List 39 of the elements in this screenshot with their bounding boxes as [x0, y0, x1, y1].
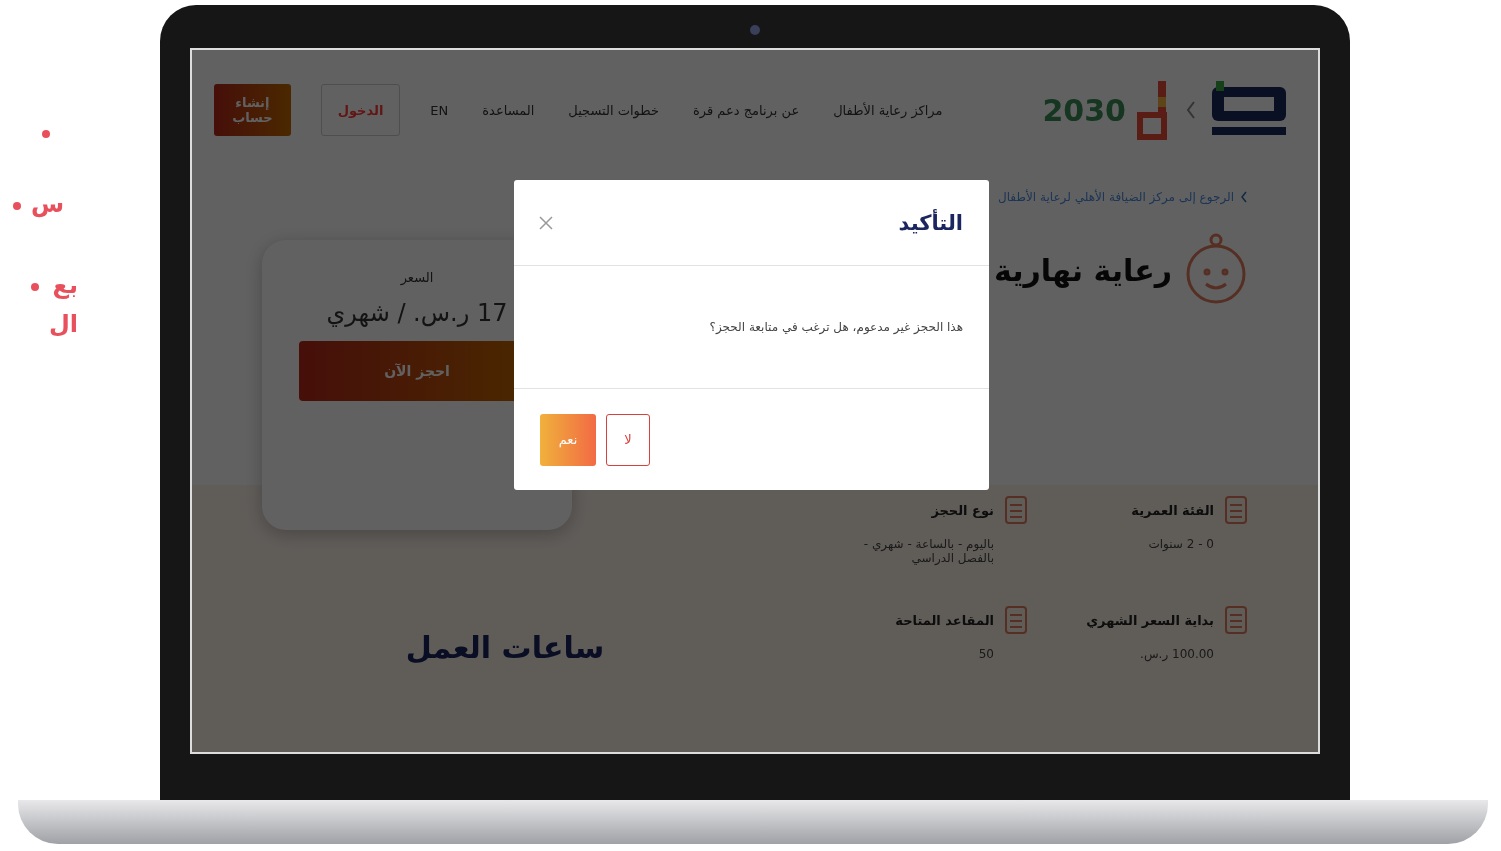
info-icon — [1224, 605, 1248, 635]
confirm-button[interactable]: نعم — [540, 413, 596, 466]
bullet-dot — [42, 130, 50, 138]
signup-button[interactable]: إنشاء حساب — [214, 84, 291, 136]
page-title: رعاية نهارية — [994, 252, 1172, 288]
login-button[interactable]: الدخول — [320, 84, 401, 136]
back-link[interactable]: الرجوع إلى مركز الضيافة الأهلي لرعاية الأطفال — [998, 190, 1234, 204]
nav-link[interactable]: المساعدة — [482, 102, 535, 118]
section-title: ساعات العمل — [405, 630, 605, 665]
dialog-title: التأكيد — [898, 210, 963, 235]
info-label: المقاعد المتاحة — [895, 612, 994, 628]
bullet-text: ال — [48, 309, 78, 339]
info-label: نوع الحجز — [931, 502, 994, 518]
info-label: الفئة العمرية — [1131, 502, 1214, 518]
price-text: 17 ر.س. / شهري — [326, 299, 508, 327]
bullet-dot — [30, 282, 39, 291]
info-value: باليوم - بالساعة - شهري - بالفصل الدراسي — [862, 537, 995, 565]
chevron-icon — [1240, 191, 1248, 203]
bullet-text: بع — [51, 270, 78, 300]
bullet-text: س — [30, 190, 64, 219]
info-label: بداية السعر الشهري — [1086, 612, 1214, 628]
info-icon — [1004, 605, 1028, 635]
camera-icon — [750, 25, 760, 35]
cancel-button[interactable]: لا — [606, 413, 650, 466]
info-value: 0 - 2 سنوات — [1147, 537, 1215, 551]
dialog-message: هذا الحجز غير مدعوم، هل ترغب في متابعة الحجز؟ — [709, 320, 963, 334]
close-icon[interactable] — [538, 214, 554, 231]
price-label: السعر — [400, 270, 434, 285]
chevron-icon — [1186, 100, 1196, 120]
nav-link[interactable]: مراكز رعاية الأطفال — [833, 102, 943, 118]
nav-link[interactable]: عن برنامج دعم قرة — [693, 102, 800, 118]
info-icon — [1004, 495, 1028, 525]
bullet-dot — [12, 202, 21, 210]
nav-link[interactable]: خطوات التسجيل — [568, 102, 659, 118]
info-value: 100.00 ر.س. — [1139, 647, 1215, 661]
info-icon — [1224, 495, 1248, 525]
nav-link[interactable]: EN — [430, 102, 449, 118]
vision-logo-text: 2030 — [1042, 92, 1126, 128]
info-value: 50 — [977, 647, 995, 661]
